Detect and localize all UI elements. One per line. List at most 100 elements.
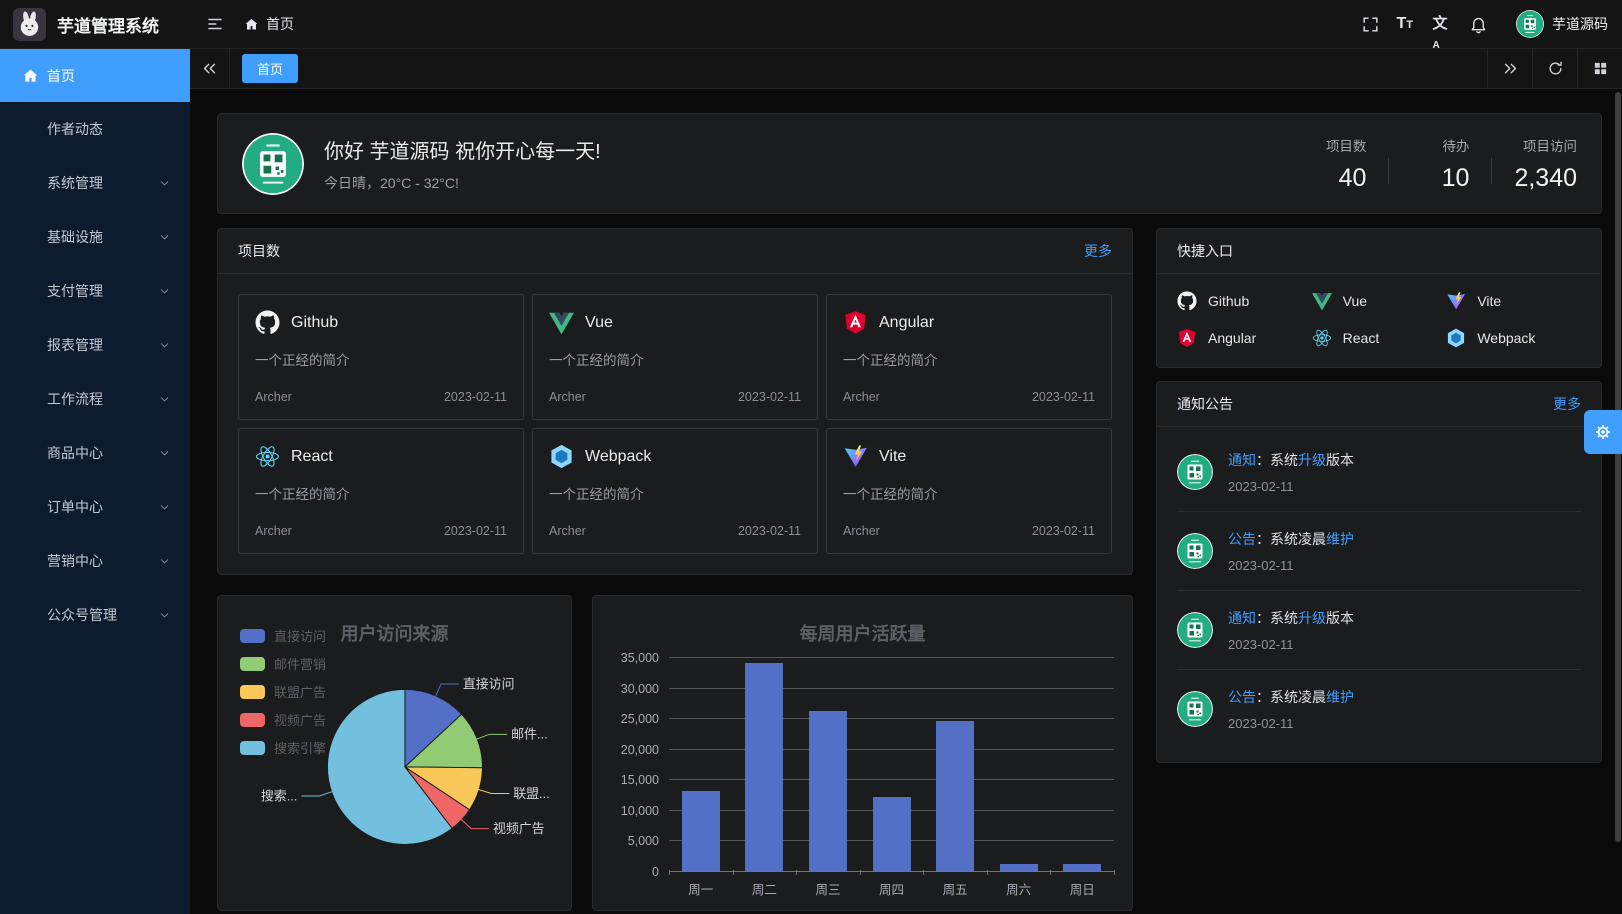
svg-text:联盟...: 联盟... [513,786,550,801]
project-date: 2023-02-11 [444,390,507,404]
sidebar-item-order[interactable]: 订单中心 [0,480,190,534]
quick-link-label: React [1343,330,1380,346]
translate-icon: 文A [1433,15,1452,34]
x-axis-tick-label: 周四 [860,870,924,900]
tabs-scroll-right-button[interactable] [1487,49,1532,88]
sidebar-item-product[interactable]: 商品中心 [0,426,190,480]
stat-divider [1491,158,1492,184]
quick-link-react[interactable]: React [1312,328,1447,348]
sidebar-item-author[interactable]: 作者动态 [0,102,190,156]
sidebar-item-mp[interactable]: 公众号管理 [0,588,190,642]
project-author: Archer [255,524,292,538]
app-logo-area[interactable]: 芋道管理系统 [0,8,190,41]
tab-home[interactable]: 首页 [242,54,298,83]
notice-item[interactable]: 公告：系统凌晨维护2023-02-11 [1177,670,1581,748]
notifications-button[interactable] [1460,6,1496,42]
quick-link-vue[interactable]: Vue [1312,291,1447,311]
legend-item[interactable]: 搜索引擎 [240,738,326,757]
sidebar-item-pay[interactable]: 支付管理 [0,264,190,318]
chevron-down-icon [158,177,171,190]
breadcrumb[interactable]: 首页 [244,14,294,34]
theme-settings-button[interactable] [1584,410,1622,454]
projects-more-link[interactable]: 更多 [1084,241,1112,261]
projects-panel-title: 项目数 [238,241,280,261]
sidebar-menu: 首页作者动态系统管理基础设施支付管理报表管理工作流程商品中心订单中心营销中心公众… [0,49,190,914]
project-name: Vite [879,448,906,466]
top-navbar: 芋道管理系统 首页 TT 文A 芋道源码 [0,0,1622,49]
notice-item[interactable]: 通知：系统升级版本2023-02-11 [1177,591,1581,669]
project-card-webpack[interactable]: Webpack一个正经的简介Archer2023-02-11 [532,428,818,554]
svg-text:视频广告: 视频广告 [493,821,545,836]
project-description: 一个正经的简介 [255,349,507,369]
sidebar-item-label: 基础设施 [47,227,103,247]
stat-todo: 待办 10 [1411,135,1469,193]
legend-swatch [240,713,265,727]
x-axis-tick-label: 周二 [733,870,797,900]
tabs-scroll-left-button[interactable] [190,49,230,88]
legend-item[interactable]: 邮件营销 [240,654,326,673]
project-card-vite[interactable]: Vite一个正经的简介Archer2023-02-11 [826,428,1112,554]
sidebar-item-label: 公众号管理 [47,605,117,625]
sidebar-item-report[interactable]: 报表管理 [0,318,190,372]
vue-logo-icon [549,310,574,335]
quick-link-label: Vue [1343,293,1367,309]
quick-link-github[interactable]: Github [1177,291,1312,311]
breadcrumb-item: 首页 [266,14,294,34]
home-icon [244,17,259,32]
sidebar-item-label: 商品中心 [47,443,103,463]
project-card-github[interactable]: Github一个正经的简介Archer2023-02-11 [238,294,524,420]
translate-button[interactable]: 文A [1424,6,1460,42]
legend-item[interactable]: 联盟广告 [240,682,326,701]
bar [873,797,911,872]
stat-visits: 项目访问 2,340 [1514,135,1577,193]
notice-item[interactable]: 通知：系统升级版本2023-02-11 [1177,433,1581,511]
greeting-avatar-qr [242,133,304,195]
project-card-angular[interactable]: Angular一个正经的简介Archer2023-02-11 [826,294,1112,420]
quick-link-webpack[interactable]: Webpack [1446,328,1581,348]
sidebar-item-label: 报表管理 [47,335,103,355]
font-size-button[interactable]: TT [1388,6,1424,42]
sidebar-item-workflow[interactable]: 工作流程 [0,372,190,426]
notice-more-link[interactable]: 更多 [1553,394,1581,414]
refresh-tab-button[interactable] [1532,49,1577,88]
quick-link-vite[interactable]: Vite [1446,291,1581,311]
notice-date: 2023-02-11 [1228,479,1354,494]
user-menu[interactable]: 芋道源码 [1516,10,1608,38]
notice-avatar-qr [1177,533,1213,569]
legend-label: 联盟广告 [274,682,326,701]
sidebar-item-marketing[interactable]: 营销中心 [0,534,190,588]
angular-logo-icon [1177,328,1197,348]
project-name: Vue [585,314,613,332]
hamburger-icon [206,15,224,33]
tab-options-button[interactable] [1577,49,1622,88]
y-axis-tick-label: 35,000 [621,651,659,665]
notice-avatar-qr [1177,612,1213,648]
project-author: Archer [549,390,586,404]
page-scrollbar-thumb[interactable] [1615,92,1621,842]
fullscreen-button[interactable] [1352,6,1388,42]
legend-item[interactable]: 视频广告 [240,710,326,729]
quick-entry-panel: 快捷入口 GithubVueViteAngularReactWebpack [1156,228,1602,368]
bar-chart-x-axis: 周一周二周三周四周五周六周日 [611,870,1114,900]
notice-date: 2023-02-11 [1228,637,1354,652]
chevron-double-right-icon [1502,60,1519,77]
bar-series [669,658,1114,872]
notice-item[interactable]: 公告：系统凌晨维护2023-02-11 [1177,512,1581,590]
sidebar-item-label: 首页 [47,66,75,86]
project-date: 2023-02-11 [1032,390,1095,404]
sidebar-item-infra[interactable]: 基础设施 [0,210,190,264]
sidebar-item-home[interactable]: 首页 [0,49,190,102]
legend-item[interactable]: 直接访问 [240,626,326,645]
project-date: 2023-02-11 [1032,524,1095,538]
x-axis-tick-label: 周三 [796,870,860,900]
sidebar-item-system[interactable]: 系统管理 [0,156,190,210]
chevron-down-icon [158,231,171,244]
legend-label: 直接访问 [274,626,326,645]
project-card-vue[interactable]: Vue一个正经的简介Archer2023-02-11 [532,294,818,420]
greeting-weather: 今日晴，20°C - 32°C! [324,173,601,193]
project-card-react[interactable]: React一个正经的简介Archer2023-02-11 [238,428,524,554]
quick-link-angular[interactable]: Angular [1177,328,1312,348]
notice-panel-title: 通知公告 [1177,394,1233,414]
sidebar-collapse-button[interactable] [200,9,230,39]
pie-chart-card: 用户访问来源 直接访问邮件营销联盟广告视频广告搜索引擎 直接访问邮件...联盟.… [217,595,572,911]
